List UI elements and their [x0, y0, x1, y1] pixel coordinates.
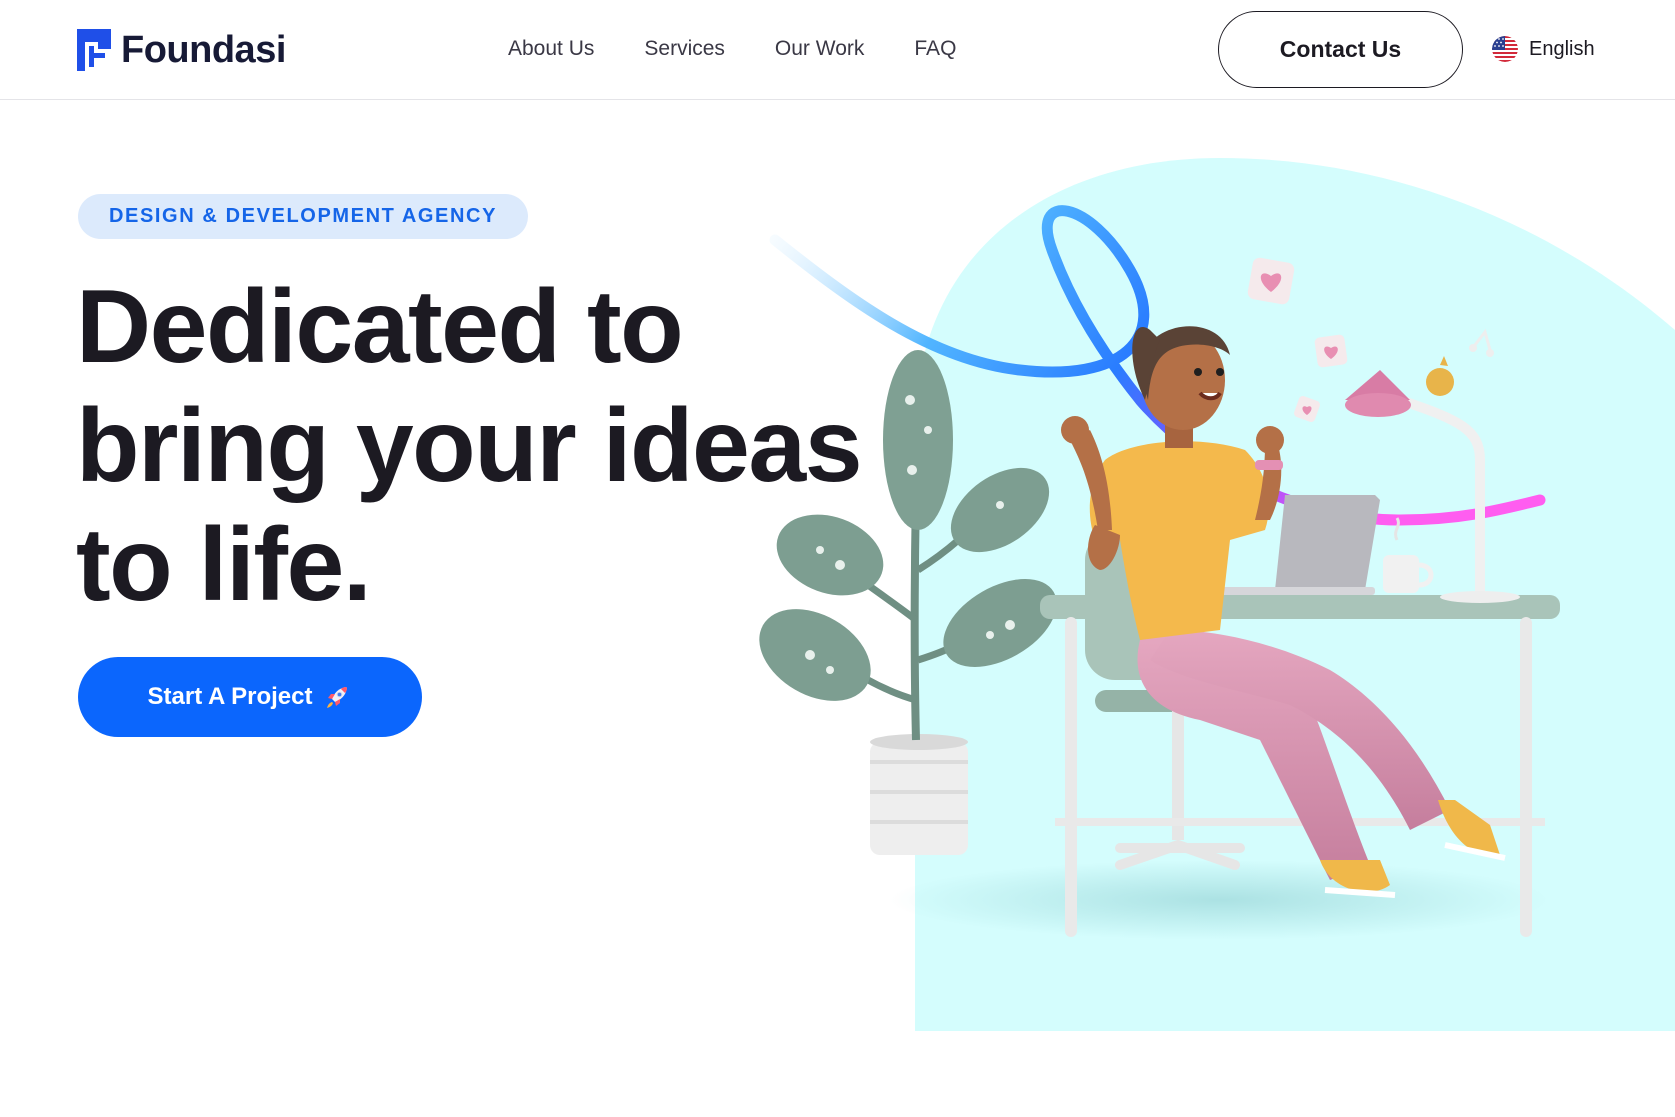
- language-label: English: [1529, 37, 1595, 60]
- brand-logo[interactable]: Foundasi: [77, 28, 286, 72]
- language-selector[interactable]: English: [1492, 36, 1595, 62]
- plant-pot: [870, 742, 968, 855]
- nav-link-faq[interactable]: FAQ: [914, 34, 956, 64]
- contact-us-button[interactable]: Contact Us: [1218, 11, 1463, 88]
- site-header: Foundasi About Us Services Our Work FAQ …: [0, 0, 1675, 100]
- start-project-label: Start A Project: [147, 683, 313, 710]
- nav-link-our-work[interactable]: Our Work: [775, 34, 864, 64]
- nav-link-about-us[interactable]: About Us: [508, 34, 594, 64]
- us-flag-icon: [1492, 36, 1518, 62]
- main-nav: About Us Services Our Work FAQ: [508, 34, 1006, 64]
- woman-at-desk-with-laptop-illustration: [759, 158, 1675, 1031]
- tagline-badge: DESIGN & DEVELOPMENT AGENCY: [78, 194, 528, 239]
- landing-page: Foundasi About Us Services Our Work FAQ …: [0, 0, 1675, 1117]
- nav-link-services[interactable]: Services: [644, 34, 725, 64]
- foundasi-f-mark-icon: [77, 29, 111, 71]
- start-project-button[interactable]: Start A Project: [78, 657, 422, 737]
- hero-illustration: [700, 100, 1675, 1117]
- brand-name: Foundasi: [121, 28, 286, 71]
- rocket-icon: [327, 687, 348, 708]
